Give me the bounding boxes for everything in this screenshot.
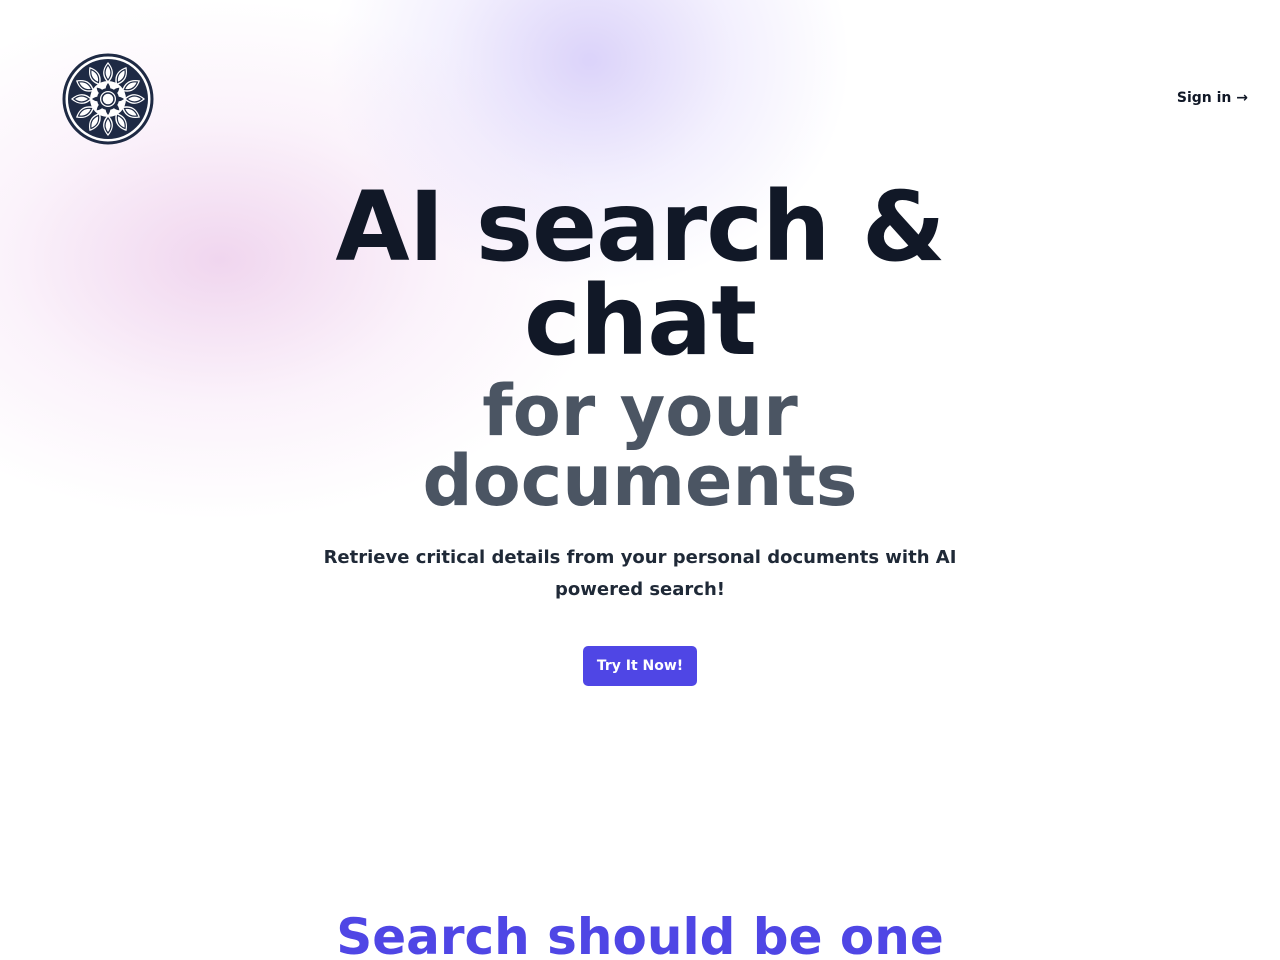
try-it-now-button[interactable]: Try It Now! [582, 646, 698, 686]
hero-headline: AI search & chat [335, 171, 945, 377]
mandala-logo-icon[interactable] [62, 53, 154, 145]
hero-tagline: Retrieve critical details from your pers… [323, 547, 957, 600]
hero-subheadline: for your documents [422, 370, 858, 522]
sign-in-link[interactable]: Sign in → [1177, 90, 1248, 106]
landing-page: Sign in → AI search & chat for your docu… [0, 0, 1280, 960]
hero-section: AI search & chat for your documents Retr… [0, 171, 1280, 686]
features-heading: Search should be one [336, 908, 944, 960]
